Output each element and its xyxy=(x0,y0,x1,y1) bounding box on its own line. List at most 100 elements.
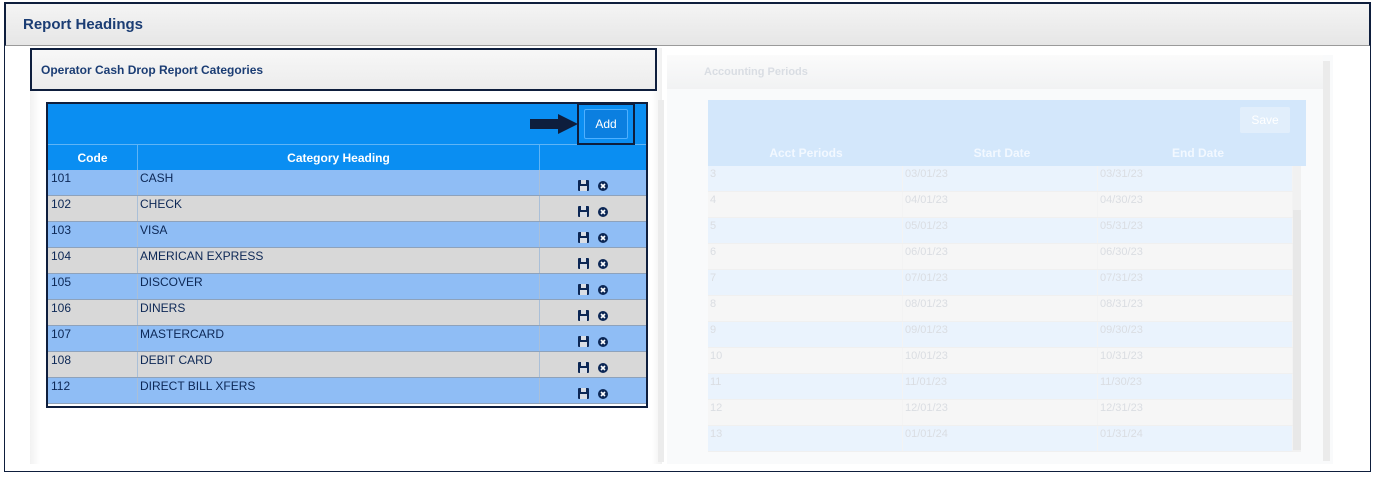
cell-start-date: 01/01/24 xyxy=(903,426,1098,451)
cell-end-date: 04/30/23 xyxy=(1098,192,1293,217)
cell-category-heading: DIRECT BILL XFERS xyxy=(138,378,540,403)
cell-actions xyxy=(540,300,646,325)
cash-drop-panel-header: Operator Cash Drop Report Categories xyxy=(30,48,657,91)
page-header: Report Headings xyxy=(5,3,1370,46)
cell-actions xyxy=(540,274,646,299)
table-row[interactable]: 10 10/01/23 10/31/23 xyxy=(708,348,1293,374)
cell-start-date: 06/01/23 xyxy=(903,244,1098,269)
cash-drop-panel-scrollbar[interactable] xyxy=(658,100,664,462)
delete-icon[interactable] xyxy=(598,310,608,321)
column-header-end-date[interactable]: End Date xyxy=(1100,140,1296,166)
table-row[interactable]: 105 DISCOVER xyxy=(48,274,646,300)
cell-actions xyxy=(540,326,646,351)
delete-icon[interactable] xyxy=(598,336,608,347)
save-icon[interactable] xyxy=(578,284,589,295)
cash-drop-grid-header: Code Category Heading xyxy=(48,144,646,170)
column-header-category-heading[interactable]: Category Heading xyxy=(138,145,540,170)
table-row[interactable]: 12 12/01/23 12/31/23 xyxy=(708,400,1293,426)
cell-code: 103 xyxy=(48,222,138,247)
save-icon[interactable] xyxy=(578,310,589,321)
cell-code: 101 xyxy=(48,170,138,195)
cash-drop-panel-title: Operator Cash Drop Report Categories xyxy=(41,62,264,77)
column-header-acct-periods[interactable]: Acct Periods xyxy=(708,140,904,166)
cell-acct-period: 11 xyxy=(708,374,903,399)
cell-acct-period: 8 xyxy=(708,296,903,321)
save-icon[interactable] xyxy=(578,232,589,243)
cell-category-heading: MASTERCARD xyxy=(138,326,540,351)
cell-start-date: 03/01/23 xyxy=(903,166,1098,191)
table-row[interactable]: 6 06/01/23 06/30/23 xyxy=(708,244,1293,270)
cell-code: 108 xyxy=(48,352,138,377)
cell-end-date: 09/30/23 xyxy=(1098,322,1293,347)
cell-start-date: 07/01/23 xyxy=(903,270,1098,295)
save-icon[interactable] xyxy=(578,388,589,399)
add-button-highlight: Add xyxy=(577,103,635,145)
table-row[interactable]: 8 08/01/23 08/31/23 xyxy=(708,296,1293,322)
table-row[interactable]: 5 05/01/23 05/31/23 xyxy=(708,218,1293,244)
delete-icon[interactable] xyxy=(598,362,608,373)
delete-icon[interactable] xyxy=(598,180,608,191)
save-button[interactable]: Save xyxy=(1240,107,1290,133)
cell-start-date: 09/01/23 xyxy=(903,322,1098,347)
cell-actions xyxy=(540,378,646,403)
cell-start-date: 04/01/23 xyxy=(903,192,1098,217)
table-row[interactable]: 112 DIRECT BILL XFERS xyxy=(48,378,646,404)
cell-code: 107 xyxy=(48,326,138,351)
cell-end-date: 01/31/24 xyxy=(1098,426,1293,451)
table-row[interactable]: 104 AMERICAN EXPRESS xyxy=(48,248,646,274)
table-row[interactable]: 107 MASTERCARD xyxy=(48,326,646,352)
add-button[interactable]: Add xyxy=(584,109,628,139)
column-header-code[interactable]: Code xyxy=(48,145,138,170)
delete-icon[interactable] xyxy=(598,258,608,269)
table-row[interactable]: 101 CASH xyxy=(48,170,646,196)
cell-end-date: 10/31/23 xyxy=(1098,348,1293,373)
table-row[interactable]: 102 CHECK xyxy=(48,196,646,222)
table-row[interactable]: 4 04/01/23 04/30/23 xyxy=(708,192,1293,218)
cell-start-date: 11/01/23 xyxy=(903,374,1098,399)
cell-end-date: 08/31/23 xyxy=(1098,296,1293,321)
delete-icon[interactable] xyxy=(598,388,608,399)
table-row[interactable]: 106 DINERS xyxy=(48,300,646,326)
accounting-panel-scrollbar[interactable] xyxy=(1323,61,1330,461)
table-row[interactable]: 13 01/01/24 01/31/24 xyxy=(708,426,1293,452)
cell-code: 105 xyxy=(48,274,138,299)
delete-icon[interactable] xyxy=(598,206,608,217)
cell-end-date: 12/31/23 xyxy=(1098,400,1293,425)
accounting-periods-title: Accounting Periods xyxy=(704,66,808,78)
cell-end-date: 06/30/23 xyxy=(1098,244,1293,269)
cell-category-heading: CHECK xyxy=(138,196,540,221)
cell-acct-period: 13 xyxy=(708,426,903,451)
accounting-grid-scroll-thumb[interactable] xyxy=(1293,210,1301,450)
cell-acct-period: 4 xyxy=(708,192,903,217)
table-row[interactable]: 3 03/01/23 03/31/23 xyxy=(708,166,1293,192)
cell-actions xyxy=(540,222,646,247)
table-row[interactable]: 11 11/01/23 11/30/23 xyxy=(708,374,1293,400)
cell-acct-period: 10 xyxy=(708,348,903,373)
cell-acct-period: 9 xyxy=(708,322,903,347)
column-header-start-date[interactable]: Start Date xyxy=(904,140,1100,166)
accounting-grid-body: 3 03/01/23 03/31/23 4 04/01/23 04/30/23 5 05/01… xyxy=(708,166,1293,452)
save-icon[interactable] xyxy=(578,180,589,191)
cash-drop-panel: Operator Cash Drop Report Categories Add… xyxy=(30,48,664,464)
save-icon[interactable] xyxy=(578,362,589,373)
save-icon[interactable] xyxy=(578,258,589,269)
page-title: Report Headings xyxy=(23,16,144,33)
save-icon[interactable] xyxy=(578,206,589,217)
table-row[interactable]: 9 09/01/23 09/30/23 xyxy=(708,322,1293,348)
save-icon[interactable] xyxy=(578,336,589,347)
cash-drop-grid-body: 101 CASH 102 CHECK 103 VISA 104 AMERICAN EXPRES… xyxy=(48,170,646,404)
delete-icon[interactable] xyxy=(598,232,608,243)
accounting-periods-header: Accounting Periods xyxy=(667,55,1323,89)
accounting-toolbar: Save xyxy=(708,100,1306,140)
accounting-grid-header: Acct Periods Start Date End Date xyxy=(708,140,1306,166)
cell-actions xyxy=(540,170,646,195)
table-row[interactable]: 7 07/01/23 07/31/23 xyxy=(708,270,1293,296)
cell-acct-period: 7 xyxy=(708,270,903,295)
table-row[interactable]: 108 DEBIT CARD xyxy=(48,352,646,378)
cell-category-heading: CASH xyxy=(138,170,540,195)
cell-actions xyxy=(540,248,646,273)
cell-end-date: 11/30/23 xyxy=(1098,374,1293,399)
cell-acct-period: 12 xyxy=(708,400,903,425)
table-row[interactable]: 103 VISA xyxy=(48,222,646,248)
delete-icon[interactable] xyxy=(598,284,608,295)
